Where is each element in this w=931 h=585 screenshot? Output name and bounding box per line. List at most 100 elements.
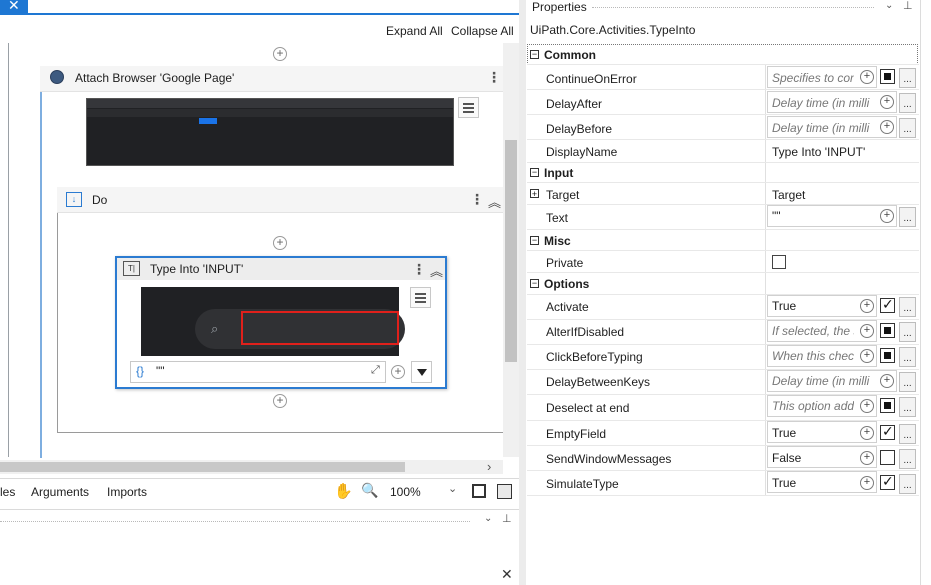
text-value: "": [772, 209, 781, 223]
zoom-dropdown-icon[interactable]: ⌄: [448, 482, 457, 495]
do-sequence-menu-icon[interactable]: ⋮: [470, 192, 484, 206]
row-separator: [527, 162, 919, 163]
close-tab-icon[interactable]: ✕: [8, 0, 20, 13]
row-separator: [527, 319, 919, 320]
add-activity-icon[interactable]: +: [273, 236, 287, 250]
add-variable-icon[interactable]: +: [391, 365, 405, 379]
collapse-category-icon[interactable]: −: [530, 50, 539, 59]
category-common: Common: [544, 48, 596, 62]
type-into-options-icon[interactable]: [410, 287, 431, 308]
expand-editor-icon[interactable]: ⤢: [371, 364, 380, 377]
add-activity-icon[interactable]: +: [273, 394, 287, 408]
property-ellipsis-button[interactable]: ...: [899, 118, 916, 138]
property-ellipsis-button[interactable]: ...: [899, 474, 916, 494]
panel-menu-icon[interactable]: ⌄: [885, 0, 893, 11]
panel-splitter[interactable]: [519, 0, 526, 585]
property-name: Activate: [546, 300, 589, 314]
property-ellipsis-button[interactable]: ...: [899, 322, 916, 342]
property-name: AlterIfDisabled: [546, 325, 625, 339]
emptyfield-checkbox[interactable]: [880, 423, 895, 440]
scroll-right-icon[interactable]: ›: [487, 459, 491, 474]
add-variable-icon[interactable]: +: [860, 451, 874, 465]
add-variable-icon[interactable]: +: [880, 209, 894, 223]
collapse-chevron-icon[interactable]: ︽: [488, 192, 501, 211]
tab-arguments[interactable]: Arguments: [31, 485, 89, 499]
simulatetype-checkbox[interactable]: [880, 473, 895, 490]
add-variable-icon[interactable]: +: [860, 476, 874, 490]
row-separator: [527, 470, 919, 471]
overview-icon[interactable]: [497, 484, 512, 499]
attach-browser-menu-icon[interactable]: ⋮: [487, 70, 501, 84]
property-name: DelayBetweenKeys: [546, 375, 651, 389]
add-variable-icon[interactable]: +: [860, 426, 874, 440]
property-ellipsis-button[interactable]: ...: [899, 397, 916, 417]
property-name: SimulateType: [546, 477, 619, 491]
property-ellipsis-button[interactable]: ...: [899, 424, 916, 444]
special-keys-dropdown-button[interactable]: [411, 361, 432, 383]
collapse-all-button[interactable]: Collapse All: [451, 24, 514, 38]
sendwindowmessages-checkbox[interactable]: [880, 450, 895, 465]
collapse-category-icon[interactable]: −: [530, 168, 539, 177]
target-value[interactable]: Target: [772, 188, 805, 202]
collapse-category-icon[interactable]: −: [530, 236, 539, 245]
row-separator: [527, 272, 919, 273]
adjacent-window-edge: [920, 0, 931, 585]
expand-property-icon[interactable]: +: [530, 189, 539, 199]
add-variable-icon[interactable]: +: [880, 374, 894, 388]
private-checkbox[interactable]: [772, 255, 786, 269]
add-variable-icon[interactable]: +: [880, 95, 894, 109]
properties-panel-title: Properties: [532, 0, 587, 14]
property-ellipsis-button[interactable]: ...: [899, 297, 916, 317]
add-variable-icon[interactable]: +: [860, 324, 874, 338]
zoom-level[interactable]: 100%: [390, 485, 421, 499]
attach-browser-options-icon[interactable]: [458, 97, 479, 118]
text-field[interactable]: [767, 205, 897, 227]
pin-icon[interactable]: ⊥: [502, 512, 512, 525]
add-variable-icon[interactable]: +: [860, 349, 874, 363]
property-ellipsis-button[interactable]: ...: [899, 68, 916, 88]
collapse-chevron-icon[interactable]: ︽: [430, 261, 443, 280]
add-variable-icon[interactable]: +: [860, 299, 874, 313]
vertical-scrollbar-thumb[interactable]: [505, 140, 517, 362]
tab-imports[interactable]: Imports: [107, 485, 147, 499]
displayname-value[interactable]: Type Into 'INPUT': [772, 145, 865, 159]
horizontal-scrollbar-thumb[interactable]: [0, 462, 405, 472]
add-variable-icon[interactable]: +: [860, 399, 874, 413]
property-ellipsis-button[interactable]: ...: [899, 93, 916, 113]
input-screenshot-thumbnail: ⌕: [141, 287, 405, 356]
add-variable-icon[interactable]: +: [880, 120, 894, 134]
property-checkbox[interactable]: [880, 348, 895, 363]
zoom-magnifier-icon[interactable]: 🔍: [361, 482, 378, 499]
activate-checkbox[interactable]: [880, 296, 895, 313]
property-checkbox[interactable]: [880, 69, 895, 84]
property-grid-divider[interactable]: [765, 64, 766, 496]
text-input-field[interactable]: [130, 361, 386, 383]
property-name: Deselect at end: [546, 401, 630, 415]
expand-all-button[interactable]: Expand All: [386, 24, 443, 38]
tab-variables[interactable]: les: [0, 485, 15, 499]
panel-grip: [0, 521, 470, 522]
globe-icon: [50, 70, 64, 84]
property-ellipsis-button[interactable]: ...: [899, 207, 916, 227]
property-placeholder: Delay time (in milli: [772, 96, 870, 110]
add-activity-icon[interactable]: +: [273, 47, 287, 61]
expression-braces-icon: {}: [136, 364, 145, 378]
attach-browser-title: Attach Browser 'Google Page': [75, 71, 235, 85]
pan-hand-icon[interactable]: ✋: [334, 482, 353, 500]
collapse-category-icon[interactable]: −: [530, 279, 539, 288]
property-checkbox[interactable]: [880, 398, 895, 413]
property-name: Target: [546, 188, 580, 202]
property-placeholder: Delay time (in milli: [772, 121, 870, 135]
pin-icon[interactable]: ⊥: [903, 0, 913, 12]
property-name: EmptyField: [546, 427, 607, 441]
fit-to-screen-icon[interactable]: [472, 484, 486, 498]
panel-menu-icon[interactable]: ⌄: [484, 513, 492, 524]
row-separator: [527, 204, 919, 205]
add-variable-icon[interactable]: +: [860, 70, 874, 84]
type-into-menu-icon[interactable]: ⋮: [412, 262, 426, 276]
property-ellipsis-button[interactable]: ...: [899, 347, 916, 367]
property-ellipsis-button[interactable]: ...: [899, 449, 916, 469]
close-panel-icon[interactable]: ✕: [501, 566, 513, 583]
property-ellipsis-button[interactable]: ...: [899, 372, 916, 392]
property-checkbox[interactable]: [880, 323, 895, 338]
